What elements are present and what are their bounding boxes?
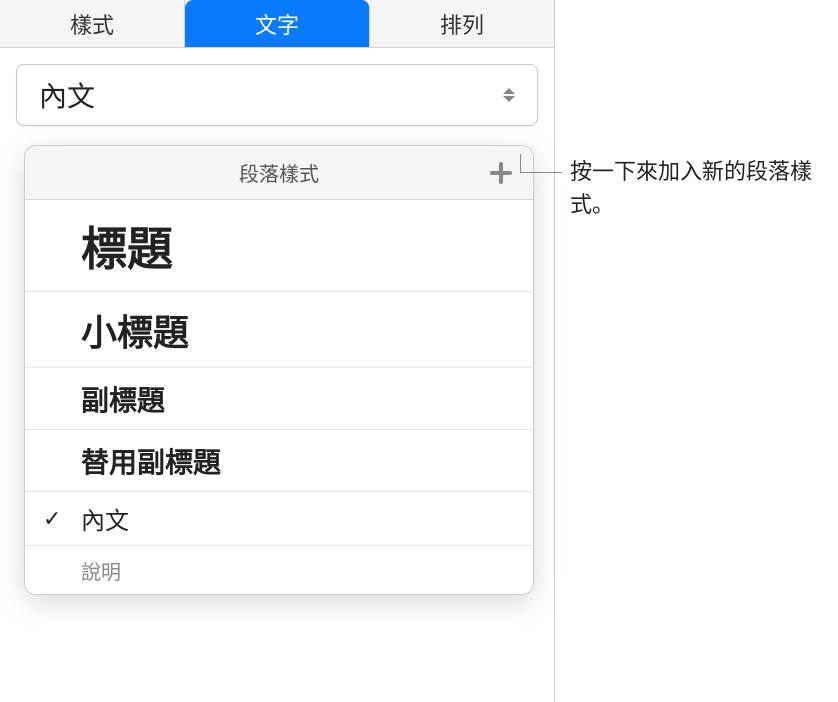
tab-text[interactable]: 文字 [185,0,370,47]
paragraph-style-popover: 段落樣式 標題 小標題 副標題 替用副標題 ✓ 內文 說明 [24,145,534,595]
updown-chevron-icon [499,83,519,107]
tab-bar: 樣式 文字 排列 [0,0,554,48]
style-label: 副標題 [81,379,165,419]
plus-icon [490,162,512,184]
tab-style[interactable]: 樣式 [0,0,185,47]
style-label: 標題 [81,213,173,279]
add-paragraph-style-button[interactable] [487,159,515,187]
style-item-subtitle[interactable]: 小標題 [25,292,533,368]
style-label: 內文 [81,501,129,536]
popover-header: 段落樣式 [25,146,533,200]
callout-connector-line [520,172,562,173]
inspector-panel: 樣式 文字 排列 內文 段落樣式 標題 小標題 [0,0,555,702]
style-item-heading[interactable]: 副標題 [25,368,533,430]
content-area: 內文 [0,48,554,142]
style-item-caption[interactable]: 說明 [25,546,533,594]
checkmark-icon: ✓ [43,506,61,532]
paragraph-style-select[interactable]: 內文 [16,64,538,126]
popover-title: 段落樣式 [239,158,319,187]
style-item-alt-heading[interactable]: 替用副標題 [25,430,533,492]
style-label: 小標題 [81,304,189,356]
style-list: 標題 小標題 副標題 替用副標題 ✓ 內文 說明 [25,200,533,594]
dropdown-selected-label: 內文 [39,75,95,115]
style-label: 替用副標題 [81,441,221,481]
callout-text: 按一下來加入新的段落樣式。 [570,155,820,221]
style-item-body[interactable]: ✓ 內文 [25,492,533,546]
style-label: 說明 [81,556,121,585]
tab-arrange[interactable]: 排列 [370,0,554,47]
style-item-title[interactable]: 標題 [25,200,533,292]
